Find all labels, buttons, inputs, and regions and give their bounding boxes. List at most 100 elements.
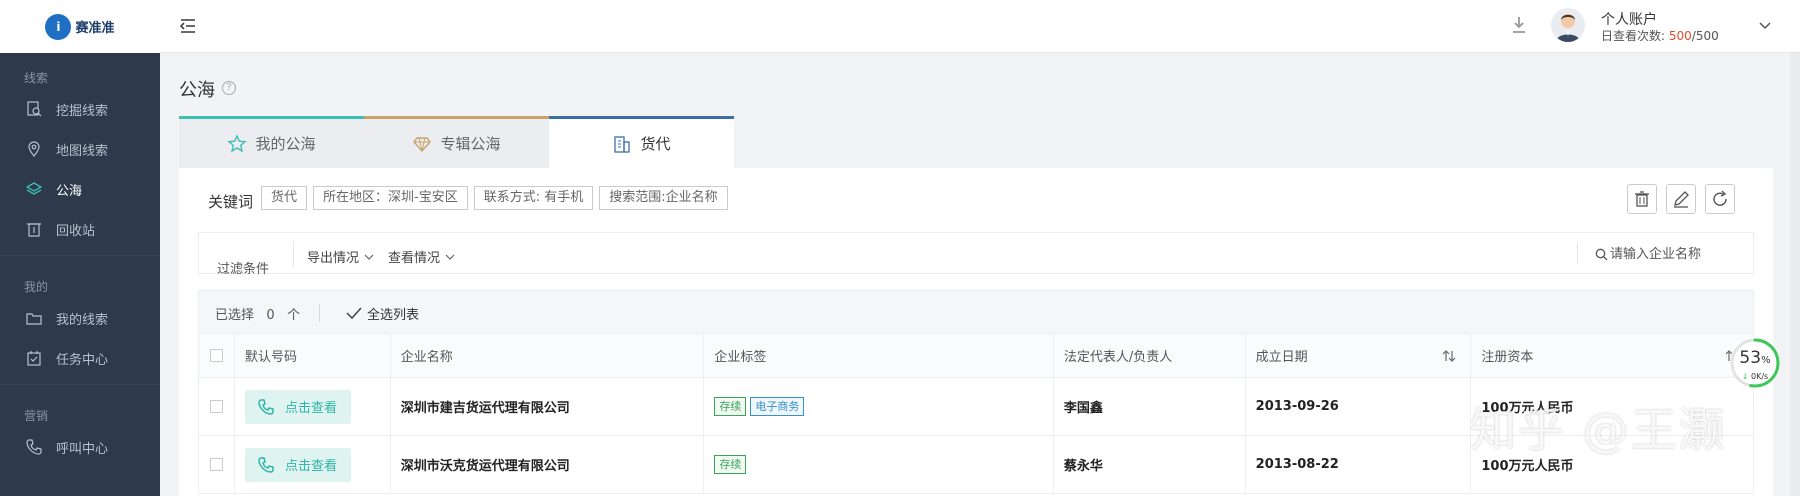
logo[interactable]: i 赛准准 <box>0 0 160 53</box>
column-header: 法定代表人/负责人 <box>1054 334 1246 377</box>
row-checkbox[interactable] <box>209 400 223 413</box>
status-badge: 存续 <box>714 455 747 474</box>
select-all-checkbox[interactable] <box>209 349 223 362</box>
industry-badge: 电子商务 <box>750 397 805 416</box>
sidebar-item-label: 任务中心 <box>56 352 109 368</box>
user-avatar-icon <box>1556 14 1580 42</box>
sidebar-item-call-center[interactable]: 呼叫中心 <box>0 427 160 467</box>
keyword-label: 关键词 <box>208 193 254 211</box>
down-arrow-icon: ↓ <box>1741 372 1749 381</box>
keyword-tags: 货代 所在地区：深圳-宝安区 联系方式: 有手机 搜索范围:企业名称 <box>261 186 728 210</box>
sort-icon[interactable] <box>1442 349 1456 363</box>
menu-collapse-icon[interactable] <box>178 16 198 36</box>
row-checkbox[interactable] <box>209 458 223 471</box>
chevron-down-icon <box>364 254 374 260</box>
tab-label: 我的公海 <box>255 135 316 153</box>
keyword-tag[interactable]: 货代 <box>261 186 308 210</box>
column-header-label: 注册资本 <box>1481 350 1534 365</box>
dropdown-label: 查看情况 <box>388 251 441 266</box>
column-header-founded[interactable]: 成立日期 <box>1246 334 1472 377</box>
trash-icon <box>27 223 41 237</box>
filter-conditions-label[interactable]: 过滤条件 <box>217 258 269 277</box>
account-name[interactable]: 个人账户 <box>1601 9 1657 29</box>
row-checkbox-cell <box>199 436 235 493</box>
tab-label: 专辑公海 <box>440 135 501 153</box>
column-header-capital[interactable]: 注册资本 <box>1471 334 1753 377</box>
founded-date: 2013-08-22 <box>1246 436 1472 493</box>
download-icon[interactable] <box>1508 14 1530 36</box>
company-tags: 存续 电子商务 <box>704 378 1054 435</box>
avatar[interactable] <box>1551 8 1585 42</box>
divider <box>1577 243 1578 265</box>
quota-total: 500 <box>1695 29 1719 43</box>
tab-freight[interactable]: 货代 <box>549 116 734 168</box>
keyword-tag[interactable]: 联系方式: 有手机 <box>473 186 594 210</box>
tab-album-pool[interactable]: 专辑公海 <box>364 116 549 168</box>
column-header: 企业名称 <box>391 334 705 377</box>
sidebar-item-mine-leads[interactable]: 挖掘线索 <box>0 89 160 129</box>
view-status-dropdown[interactable]: 查看情况 <box>388 247 455 266</box>
sidebar-item-task-center[interactable]: 任务中心 <box>0 338 160 378</box>
sidebar-item-recycle-bin[interactable]: 回收站 <box>0 209 160 249</box>
legal-representative: 李国鑫 <box>1054 378 1246 435</box>
company-name[interactable]: 深圳市建吉货运代理有限公司 <box>391 378 705 435</box>
refresh-icon <box>1713 190 1727 206</box>
window-scrollbar[interactable] <box>1790 53 1800 496</box>
divider <box>319 304 320 322</box>
view-phone-label: 点击查看 <box>284 459 337 474</box>
phone-cell: 点击查看 <box>235 436 391 493</box>
sidebar-item-map-leads[interactable]: 地图线索 <box>0 129 160 169</box>
sidebar: i 赛准准 线索 挖掘线索 地图线索 公海 回收站 我的 我的线索 任务中心 营… <box>0 0 160 496</box>
chevron-down-icon[interactable] <box>1758 18 1772 32</box>
divider <box>293 241 294 267</box>
gauge-percent: 53% <box>1728 348 1782 368</box>
gauge-speed: ↓ 0K/s <box>1728 372 1782 381</box>
company-search-input[interactable] <box>1610 243 1750 265</box>
gauge-percent-unit: % <box>1761 355 1771 366</box>
sidebar-item-label: 回收站 <box>56 223 96 239</box>
layers-icon <box>26 182 42 195</box>
row-checkbox-cell <box>199 378 235 435</box>
keyword-tag[interactable]: 所在地区：深圳-宝安区 <box>313 186 468 210</box>
edit-button[interactable] <box>1666 184 1696 214</box>
sidebar-item-my-leads[interactable]: 我的线索 <box>0 298 160 338</box>
view-phone-button[interactable]: 点击查看 <box>244 389 351 424</box>
company-name[interactable]: 深圳市沃克货运代理有限公司 <box>391 436 705 493</box>
pool-tabs: 我的公海 专辑公海 货代 <box>179 116 734 168</box>
quota-label: 日查看次数: <box>1601 29 1666 43</box>
nav-section-label: 线索 <box>24 71 49 85</box>
tab-label: 货代 <box>640 135 671 153</box>
phone-cell: 点击查看 <box>235 378 391 435</box>
legal-representative: 蔡永华 <box>1054 436 1246 493</box>
search-icon <box>1595 248 1608 261</box>
dropdown-label: 导出情况 <box>307 251 360 266</box>
select-all-button[interactable]: 全选列表 <box>367 304 419 323</box>
chevron-down-icon <box>445 254 455 260</box>
table-header-row: 默认号码 企业名称 企业标签 法定代表人/负责人 成立日期 注册资本 <box>198 334 1754 378</box>
column-header-label: 成立日期 <box>1255 350 1308 365</box>
diamond-icon <box>413 136 432 152</box>
document-search-icon <box>27 101 42 117</box>
trash-icon <box>1635 191 1649 207</box>
nav-section-label: 营销 <box>24 409 49 423</box>
watermark: 知乎 @王灏 <box>1470 403 1727 457</box>
nav-divider <box>0 384 160 385</box>
daily-view-quota: 日查看次数: 500/500 <box>1601 27 1719 44</box>
export-status-dropdown[interactable]: 导出情况 <box>307 247 374 266</box>
view-phone-button[interactable]: 点击查看 <box>244 447 351 482</box>
delete-button[interactable] <box>1627 184 1657 214</box>
selected-unit: 个 <box>287 308 301 323</box>
sidebar-item-label: 挖掘线索 <box>56 103 109 119</box>
help-icon[interactable]: ? <box>222 81 236 95</box>
sidebar-item-public-pool[interactable]: 公海 <box>0 169 160 209</box>
phone-call-icon <box>258 398 274 415</box>
checkmark-icon <box>346 307 362 320</box>
pencil-icon <box>1674 191 1689 208</box>
gauge-percent-value: 53 <box>1739 348 1762 368</box>
sidebar-item-label: 我的线索 <box>56 312 109 328</box>
building-icon <box>614 135 631 153</box>
filter-bar: 过滤条件 导出情况 查看情况 <box>198 232 1754 277</box>
keyword-tag[interactable]: 搜索范围:企业名称 <box>599 186 728 210</box>
tab-my-pool[interactable]: 我的公海 <box>179 116 364 168</box>
refresh-button[interactable] <box>1705 184 1735 214</box>
